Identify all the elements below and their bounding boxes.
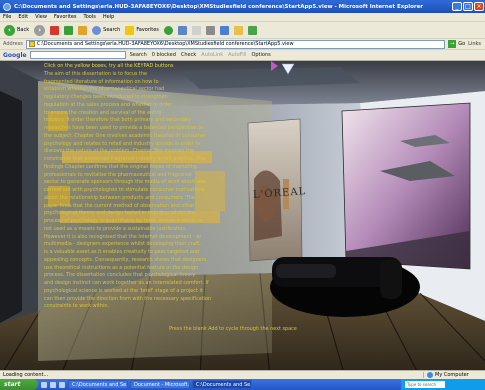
menu-help[interactable]: Help: [103, 14, 114, 20]
search-button[interactable]: Search: [92, 25, 121, 35]
zone-label: My Computer: [435, 372, 469, 378]
menu-tools[interactable]: Tools: [84, 14, 96, 20]
messenger-button[interactable]: [247, 25, 257, 35]
standard-toolbar: ‹ Back › Search Favorites: [0, 22, 485, 39]
quicklaunch-outlook-icon[interactable]: [50, 381, 56, 388]
star-icon: [125, 25, 135, 35]
scene-footer-hint: Press the blank Add to cycle through the…: [169, 326, 297, 332]
stop-icon: [50, 25, 60, 35]
google-toolbar: Google Search 0 blocked Check AutoLink A…: [0, 50, 485, 61]
scene-overlay-text: Click on the yellow boxes, try all the K…: [44, 63, 320, 328]
forward-button[interactable]: ›: [34, 24, 46, 36]
autofill-button[interactable]: AutoFill: [228, 52, 246, 58]
quicklaunch-ie-icon[interactable]: [41, 381, 47, 388]
security-zone: My Computer: [423, 372, 485, 378]
stop-button[interactable]: [50, 25, 60, 35]
mail-icon: [191, 25, 201, 35]
menu-file[interactable]: File: [3, 14, 11, 20]
google-search-button[interactable]: Search: [130, 52, 147, 58]
back-button[interactable]: ‹ Back: [4, 24, 30, 36]
windows-taskbar: start C:\Documents and Se... Document - …: [0, 379, 485, 390]
print-icon: [205, 25, 215, 35]
folder-icon: [28, 41, 35, 47]
menu-view[interactable]: View: [35, 14, 47, 20]
back-arrow-icon: ‹: [4, 24, 15, 36]
instructions-text: Click on the yellow boxes, try all the K…: [44, 63, 174, 69]
favorites-label: Favorites: [136, 27, 159, 33]
history-icon: [177, 25, 187, 35]
search-label: Search: [103, 27, 121, 33]
menu-favorites[interactable]: Favorites: [54, 14, 77, 20]
google-search-input[interactable]: [29, 51, 126, 59]
history-button[interactable]: [177, 25, 187, 35]
go-label: Go: [458, 41, 466, 47]
dissertation-abstract-text: The aim of this dissertation is to focus…: [44, 70, 212, 310]
taskbar-item-ie[interactable]: C:\Documents and Se...: [192, 380, 252, 389]
forward-arrow-icon: ›: [34, 24, 46, 36]
spell-check-button[interactable]: Check: [181, 52, 196, 58]
desktop-search-input[interactable]: Type to search: [405, 381, 445, 388]
mail-button[interactable]: [191, 25, 201, 35]
minimize-button[interactable]: _: [452, 2, 462, 11]
computer-zone-icon: [427, 372, 433, 378]
media-icon: [163, 25, 173, 35]
google-logo[interactable]: Google: [3, 52, 27, 59]
folder-icon: [233, 25, 243, 35]
address-input[interactable]: C:\Documents and Settings\erla.HUD-3AFA8…: [25, 39, 446, 49]
status-bar: Loading content... My Computer: [0, 370, 485, 379]
close-button[interactable]: ×: [474, 2, 484, 11]
menu-bar: File Edit View Favorites Tools Help: [0, 13, 485, 22]
search-icon: [92, 25, 102, 35]
taskbar-item-folder[interactable]: C:\Documents and Se...: [68, 380, 128, 389]
print-button[interactable]: [205, 25, 215, 35]
status-text: Loading content...: [3, 372, 49, 378]
window-titlebar[interactable]: C:\Documents and Settings\erla.HUD-3AFA8…: [0, 0, 485, 13]
taskbar-item-word[interactable]: Document - Microsoft...: [130, 380, 190, 389]
internet-explorer-icon: [3, 2, 11, 11]
menu-edit[interactable]: Edit: [18, 14, 28, 20]
home-icon: [78, 25, 88, 35]
go-button[interactable]: → Go: [448, 40, 465, 48]
media-button[interactable]: [163, 25, 173, 35]
go-arrow-icon: →: [448, 40, 457, 48]
start-button[interactable]: start: [0, 379, 38, 390]
options-button[interactable]: Options: [251, 52, 270, 58]
favorites-button[interactable]: Favorites: [125, 25, 159, 35]
messenger-icon: [247, 25, 257, 35]
address-label: Address: [3, 41, 23, 47]
refresh-icon: [64, 25, 74, 35]
autolink-button[interactable]: AutoLink: [201, 52, 223, 58]
edit-button[interactable]: [219, 25, 229, 35]
address-bar: Address C:\Documents and Settings\erla.H…: [0, 39, 485, 50]
window-title: C:\Documents and Settings\erla.HUD-3AFA8…: [14, 3, 424, 10]
maximize-button[interactable]: □: [463, 2, 473, 11]
system-tray: Type to search: [401, 379, 485, 390]
edit-icon: [219, 25, 229, 35]
refresh-button[interactable]: [64, 25, 74, 35]
address-value: C:\Documents and Settings\erla.HUD-3AFA8…: [36, 41, 294, 47]
back-label: Back: [17, 27, 30, 33]
home-button[interactable]: [78, 25, 88, 35]
folder-button[interactable]: [233, 25, 243, 35]
popup-blocker-count[interactable]: 0 blocked: [152, 52, 176, 58]
quicklaunch-desktop-icon[interactable]: [59, 381, 65, 388]
links-button[interactable]: Links: [468, 41, 481, 47]
